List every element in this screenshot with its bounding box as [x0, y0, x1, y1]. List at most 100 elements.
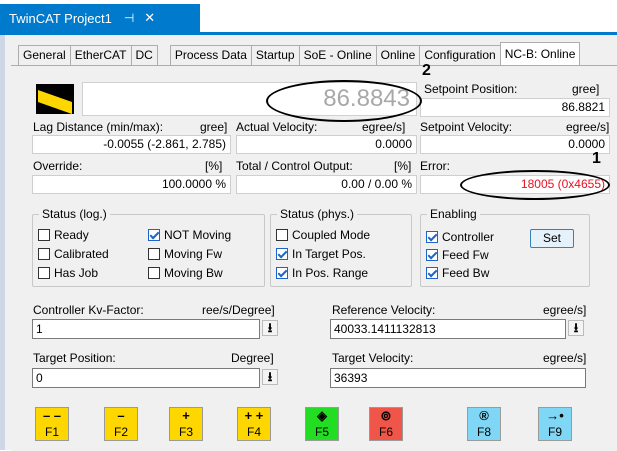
tab-online[interactable]: Online	[375, 45, 420, 66]
feed-fw-label: Feed Fw	[442, 248, 489, 262]
close-icon[interactable]: ✕	[144, 10, 155, 26]
ready-checkbox[interactable]: Ready	[38, 228, 89, 242]
tab-ethercat[interactable]: EtherCAT	[69, 45, 131, 66]
target-velocity-label: Target Velocity:	[332, 351, 414, 365]
in-target-pos-checkbox[interactable]: In Target Pos.	[276, 247, 366, 261]
pin-icon[interactable]: ⊣	[124, 11, 134, 25]
moving-fw-label: Moving Fw	[164, 247, 223, 261]
moving-fw-checkbox[interactable]: Moving Fw	[148, 247, 222, 261]
checkbox-box-checked	[426, 231, 438, 243]
f2-button[interactable]: – F2	[104, 407, 138, 441]
reference-velocity-download-button[interactable]: ⭳	[568, 320, 584, 336]
annotation-1: 1	[592, 150, 601, 167]
controller-label: Controller	[442, 230, 495, 244]
feed-bw-checkbox[interactable]: Feed Bw	[426, 266, 489, 280]
in-pos-range-label: In Pos. Range	[292, 266, 369, 280]
in-target-pos-label: In Target Pos.	[292, 247, 366, 261]
target-position-unit: Degree]	[231, 351, 274, 365]
ready-label: Ready	[54, 228, 89, 242]
tab-configuration[interactable]: Configuration	[419, 45, 500, 66]
f4-label: F4	[246, 425, 261, 439]
target-position-download-button[interactable]: ⭳	[262, 369, 278, 385]
coupled-mode-checkbox[interactable]: Coupled Mode	[276, 228, 370, 242]
actual-velocity-value: 0.0000	[236, 135, 417, 154]
calibrated-checkbox[interactable]: Calibrated	[38, 247, 109, 261]
tab-nc-online[interactable]: NC-B: Online	[499, 42, 581, 65]
target-velocity-input[interactable]: 36393	[330, 368, 586, 388]
target-position-label: Target Position:	[33, 351, 116, 365]
tab-general[interactable]: General	[18, 45, 70, 66]
not-moving-checkbox[interactable]: NOT Moving	[148, 228, 231, 242]
f1-label: F1	[44, 425, 59, 439]
fast-backward-icon: – –	[42, 408, 62, 423]
home-icon: →•	[546, 408, 564, 423]
f8-button[interactable]: ® F8	[467, 407, 501, 441]
override-label: Override:	[33, 159, 83, 173]
f9-button[interactable]: →• F9	[538, 407, 572, 441]
reference-velocity-unit: egree/s]	[543, 303, 587, 317]
status-log-title: Status (log.)	[39, 207, 110, 221]
checkbox-box-checked	[426, 249, 438, 261]
moving-bw-label: Moving Bw	[164, 266, 223, 280]
setpoint-position-value: 86.8821	[420, 98, 610, 117]
f8-label: F8	[476, 425, 491, 439]
setpoint-velocity-label: Setpoint Velocity:	[420, 120, 513, 134]
f3-button[interactable]: + F3	[169, 407, 203, 441]
actual-velocity-unit: egree/s]	[362, 120, 406, 134]
actual-velocity-label: Actual Velocity:	[236, 120, 318, 134]
feed-bw-label: Feed Bw	[442, 266, 490, 280]
has-job-label: Has Job	[54, 266, 99, 280]
f5-button[interactable]: ◈ F5	[305, 407, 339, 441]
total-output-label: Total / Control Output:	[236, 159, 353, 173]
status-phys-title: Status (phys.)	[277, 207, 358, 221]
tab-process-data[interactable]: Process Data	[169, 45, 251, 66]
feed-fw-checkbox[interactable]: Feed Fw	[426, 248, 489, 262]
coupled-mode-label: Coupled Mode	[292, 228, 371, 242]
reference-velocity-label: Reference Velocity:	[332, 303, 436, 317]
not-moving-label: NOT Moving	[164, 228, 232, 242]
forward-icon: +	[182, 408, 190, 423]
f4-button[interactable]: + + F4	[237, 407, 271, 441]
lag-distance-value: -0.0055 (-2.861, 2.785)	[32, 135, 231, 154]
download-icon: ⭳	[267, 320, 273, 335]
setpoint-velocity-value: 0.0000	[420, 135, 610, 154]
in-pos-range-checkbox[interactable]: In Pos. Range	[276, 266, 368, 280]
tab-startup[interactable]: Startup	[250, 45, 299, 66]
f1-button[interactable]: – – F1	[35, 407, 69, 441]
total-output-unit: [%]	[394, 159, 412, 173]
axis-logo	[36, 84, 74, 114]
download-icon: ⭳	[573, 320, 579, 335]
property-tabs: General EtherCAT DC Process Data Startup…	[18, 42, 581, 66]
set-button[interactable]: Set	[530, 229, 574, 248]
fast-forward-icon: + +	[244, 408, 264, 423]
checkbox-box-checked	[426, 267, 438, 279]
tab-dc[interactable]: DC	[130, 45, 158, 66]
moving-bw-checkbox[interactable]: Moving Bw	[148, 266, 223, 280]
enabling-title: Enabling	[427, 207, 480, 221]
annotation-ellipse-1	[460, 170, 610, 200]
override-value: 100.0000 %	[32, 175, 231, 194]
controller-checkbox[interactable]: Controller	[426, 230, 494, 244]
target-velocity-unit: egree/s]	[543, 351, 587, 365]
checkbox-box-checked	[148, 229, 160, 241]
setpoint-position-unit: gree]	[572, 82, 600, 96]
error-label: Error:	[420, 159, 450, 173]
checkbox-box	[148, 248, 160, 260]
checkbox-box-checked	[276, 248, 288, 260]
checkbox-box	[148, 267, 160, 279]
f6-button[interactable]: ⊚ F6	[369, 407, 403, 441]
kv-factor-download-button[interactable]: ⭳	[262, 320, 278, 336]
f9-label: F9	[547, 425, 562, 439]
calibrated-label: Calibrated	[54, 247, 109, 261]
kv-factor-input[interactable]: 1	[32, 319, 260, 339]
document-tab-title: TwinCAT Project1	[9, 10, 112, 26]
lag-distance-label: Lag Distance (min/max):	[33, 120, 164, 134]
document-tab[interactable]: TwinCAT Project1 ⊣ ✕	[0, 4, 200, 32]
target-position-input[interactable]: 0	[32, 368, 260, 388]
checkbox-box	[38, 248, 50, 260]
reset-icon: ®	[479, 408, 489, 423]
tab-soe-online[interactable]: SoE - Online	[298, 45, 376, 66]
document-tab-bar: TwinCAT Project1 ⊣ ✕	[0, 0, 617, 32]
reference-velocity-input[interactable]: 40033.1411132813	[330, 319, 566, 339]
has-job-checkbox[interactable]: Has Job	[38, 266, 98, 280]
